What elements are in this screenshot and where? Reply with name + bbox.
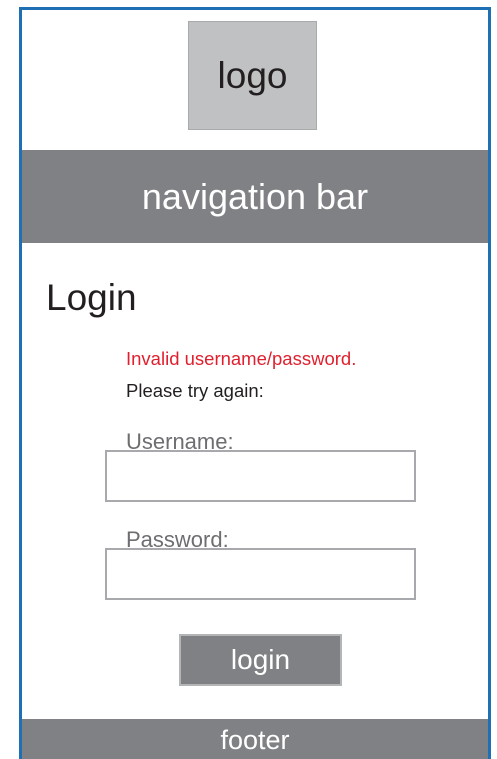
navigation-bar-label: navigation bar xyxy=(141,175,369,217)
footer-label: footer xyxy=(220,725,290,755)
page-frame: logo navigation bar Login Invalid userna… xyxy=(19,7,491,759)
footer: footer xyxy=(22,719,488,759)
login-button[interactable]: login xyxy=(179,634,342,686)
error-message: Invalid username/password. xyxy=(126,348,357,369)
logo[interactable]: logo xyxy=(188,21,317,130)
username-input[interactable] xyxy=(105,450,416,502)
page-title: Login xyxy=(46,277,137,318)
navigation-bar[interactable]: navigation bar xyxy=(22,150,488,243)
logo-text: logo xyxy=(217,54,288,96)
login-button-label: login xyxy=(230,644,291,675)
retry-instruction: Please try again: xyxy=(126,380,264,401)
password-input[interactable] xyxy=(105,548,416,600)
